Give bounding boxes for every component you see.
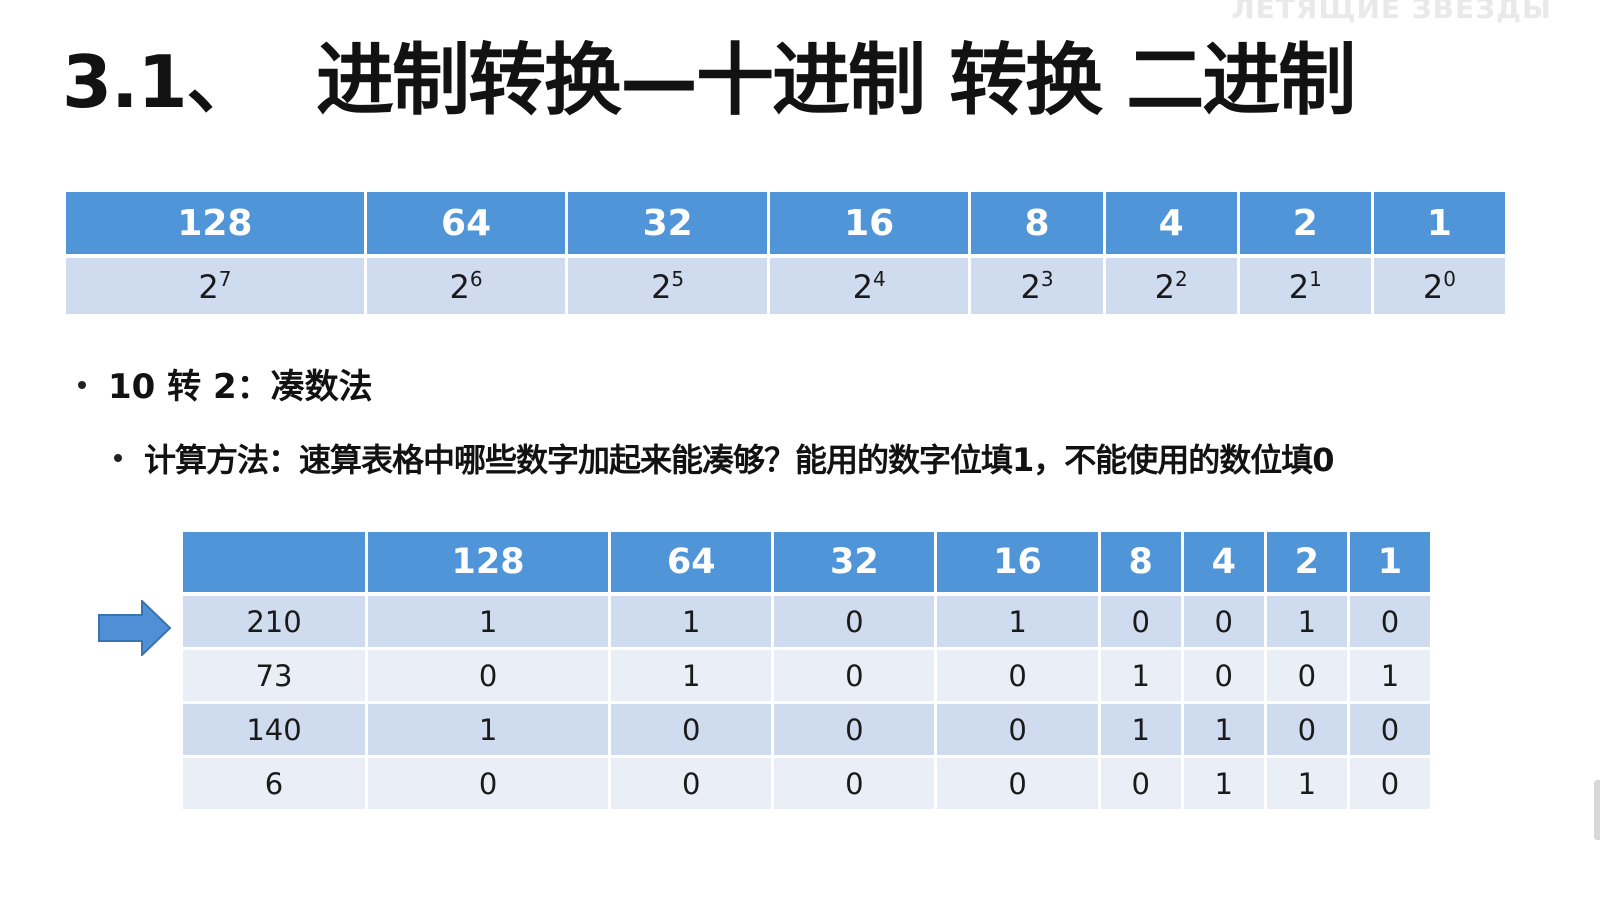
bit-cell: 0: [367, 650, 609, 704]
bullet-method: 10 转 2：凑数法: [78, 362, 373, 412]
power-base: 2: [198, 267, 219, 306]
section-number: 3.1、: [62, 40, 259, 124]
bit-cell: 0: [367, 758, 609, 812]
conversion-header-cell: 2: [1266, 532, 1347, 596]
power-exponent: 2: [1174, 266, 1188, 291]
power-header-cell: 128: [66, 192, 364, 258]
conversion-header-row: 128 64 32 16 8 4 2 1: [183, 532, 1430, 596]
power-exponent-cell: 25: [568, 258, 767, 314]
bit-cell: 0: [774, 596, 935, 650]
power-exponent: 0: [1443, 266, 1456, 291]
bullet-dot-icon: [114, 454, 122, 462]
power-exponent-cell: 20: [1373, 258, 1505, 314]
conversion-header-cell: 128: [367, 532, 609, 596]
bit-cell: 0: [1266, 704, 1347, 758]
bit-cell: 1: [1100, 650, 1181, 704]
bit-cell: 0: [1349, 704, 1430, 758]
power-base: 2: [852, 267, 873, 306]
conversion-header-cell: [183, 532, 365, 596]
power-header-cell: 64: [366, 192, 566, 258]
power-base: 2: [1020, 267, 1041, 306]
decimal-cell: 140: [183, 704, 365, 758]
bit-cell: 1: [367, 704, 609, 758]
power-exponent-row: 27 26 25 24 23 22 21 20: [66, 258, 1505, 314]
bullet-dot-icon: [78, 380, 86, 389]
power-exponent: 6: [469, 266, 483, 291]
bit-cell: 0: [937, 704, 1098, 758]
power-exponent: 3: [1040, 266, 1054, 291]
power-table-header-row: 128 64 32 16 8 4 2 1: [66, 192, 1505, 258]
power-exponent-cell: 24: [769, 258, 969, 314]
power-header-cell: 32: [568, 192, 767, 258]
bit-cell: 0: [774, 650, 935, 704]
conversion-header-cell: 4: [1183, 532, 1264, 596]
bit-cell: 1: [611, 650, 772, 704]
bit-cell: 0: [774, 704, 935, 758]
conversion-header-cell: 64: [611, 532, 772, 596]
conversion-header-cell: 1: [1349, 532, 1430, 596]
table-row: 6 0 0 0 0 0 1 1 0: [183, 758, 1430, 812]
bit-cell: 0: [611, 704, 772, 758]
page-title: 3.1、 进制转换—十进制 转换 二进制: [62, 26, 1560, 136]
decimal-cell: 6: [183, 758, 365, 812]
bit-cell: 1: [611, 596, 772, 650]
power-exponent: 5: [671, 266, 685, 291]
bit-cell: 0: [1349, 596, 1430, 650]
power-exponent: 1: [1309, 266, 1322, 291]
bit-cell: 1: [367, 596, 609, 650]
power-header-cell: 8: [971, 192, 1103, 258]
bit-cell: 1: [1183, 758, 1264, 812]
bit-cell: 0: [937, 758, 1098, 812]
bullet-text: 计算方法：速算表格中哪些数字加起来能凑够？能用的数字位填1，不能使用的数位填0: [144, 441, 1335, 479]
scroll-edge-indicator: [1594, 780, 1600, 840]
bit-cell: 0: [611, 758, 772, 812]
bit-cell: 0: [1349, 758, 1430, 812]
table-row: 73 0 1 0 0 1 0 0 1: [183, 650, 1430, 704]
power-base: 2: [1422, 267, 1444, 306]
title-text: 进制转换—十进制 转换 二进制: [316, 36, 1356, 126]
power-header-cell: 2: [1239, 192, 1371, 258]
conversion-header-cell: 8: [1100, 532, 1181, 596]
power-exponent: 7: [218, 266, 232, 291]
power-base: 2: [1288, 267, 1310, 306]
bit-cell: 0: [1100, 596, 1181, 650]
power-base: 2: [449, 267, 470, 306]
power-exponent-cell: 27: [66, 258, 364, 314]
power-header-cell: 16: [769, 192, 969, 258]
bit-cell: 0: [937, 650, 1098, 704]
right-arrow-icon: [98, 600, 172, 656]
conversion-table: 128 64 32 16 8 4 2 1 210 1 1 0 1 0 0 1 0: [180, 532, 1433, 812]
table-row: 210 1 1 0 1 0 0 1 0: [183, 596, 1430, 650]
power-header-cell: 1: [1373, 192, 1505, 258]
power-exponent-cell: 23: [971, 258, 1103, 314]
decimal-cell: 73: [183, 650, 365, 704]
power-exponent: 4: [872, 266, 886, 291]
table-row: 140 1 0 0 0 1 1 0 0: [183, 704, 1430, 758]
bit-cell: 1: [1266, 758, 1347, 812]
bit-cell: 0: [1183, 596, 1264, 650]
bit-cell: 0: [774, 758, 935, 812]
conversion-header-cell: 32: [774, 532, 935, 596]
conversion-header-cell: 16: [937, 532, 1098, 596]
power-exponent-cell: 26: [366, 258, 566, 314]
bit-cell: 0: [1183, 650, 1264, 704]
power-exponent-cell: 21: [1239, 258, 1371, 314]
bit-cell: 0: [1100, 758, 1181, 812]
watermark: ЛЕТЯЩИЕ ЗВЕЗДЫ: [1231, 0, 1552, 25]
power-base: 2: [1154, 267, 1175, 306]
power-exponent-cell: 22: [1105, 258, 1237, 314]
bit-cell: 1: [1349, 650, 1430, 704]
bit-cell: 1: [1266, 596, 1347, 650]
bit-cell: 0: [1266, 650, 1347, 704]
power-header-cell: 4: [1105, 192, 1237, 258]
bullet-calculation: 计算方法：速算表格中哪些数字加起来能凑够？能用的数字位填1，不能使用的数位填0: [114, 435, 1335, 485]
power-of-two-table: 128 64 32 16 8 4 2 1 27 26 25 24 23 22 2…: [63, 192, 1508, 314]
slide: ЛЕТЯЩИЕ ЗВЕЗДЫ 3.1、 进制转换—十进制 转换 二进制 128 6…: [0, 0, 1600, 901]
bit-cell: 1: [1100, 704, 1181, 758]
power-base: 2: [651, 267, 672, 306]
bit-cell: 1: [1183, 704, 1264, 758]
bit-cell: 1: [937, 596, 1098, 650]
bullet-text: 10 转 2：凑数法: [108, 367, 373, 407]
decimal-cell: 210: [183, 596, 365, 650]
